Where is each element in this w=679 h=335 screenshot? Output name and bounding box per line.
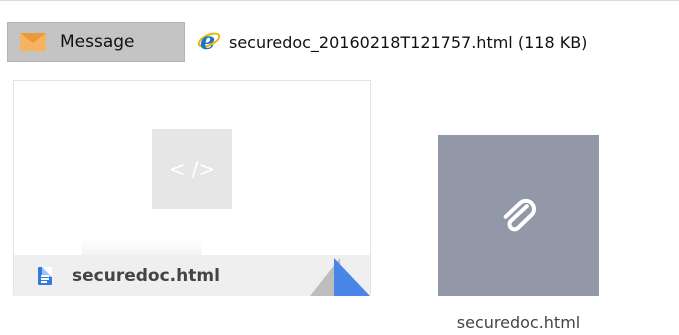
corner-fold <box>310 256 370 296</box>
code-file-icon: < /> <box>152 129 232 209</box>
code-glyph: < /> <box>168 157 216 181</box>
message-tab-label: Message <box>60 32 135 52</box>
attachment-file-name: securedoc_20160218T121757.html (118 KB) <box>229 32 588 52</box>
preview-area: < /> <box>14 81 370 257</box>
preview-card-footer: securedoc.html <box>14 255 370 296</box>
message-tab[interactable]: Message <box>7 22 185 62</box>
document-icon <box>38 266 52 285</box>
attachment-caption: securedoc.html <box>456 313 581 332</box>
attachment-preview-card[interactable]: < /> securedoc.html <box>13 80 371 296</box>
attachment-tile[interactable] <box>438 135 599 296</box>
attachment-file-link[interactable]: e securedoc_20160218T121757.html (118 KB… <box>195 22 588 62</box>
preview-card-file-name: securedoc.html <box>72 265 220 286</box>
paperclip-icon <box>503 198 536 231</box>
envelope-icon <box>20 33 46 51</box>
internet-explorer-icon: e <box>195 28 223 54</box>
top-divider <box>0 0 679 1</box>
